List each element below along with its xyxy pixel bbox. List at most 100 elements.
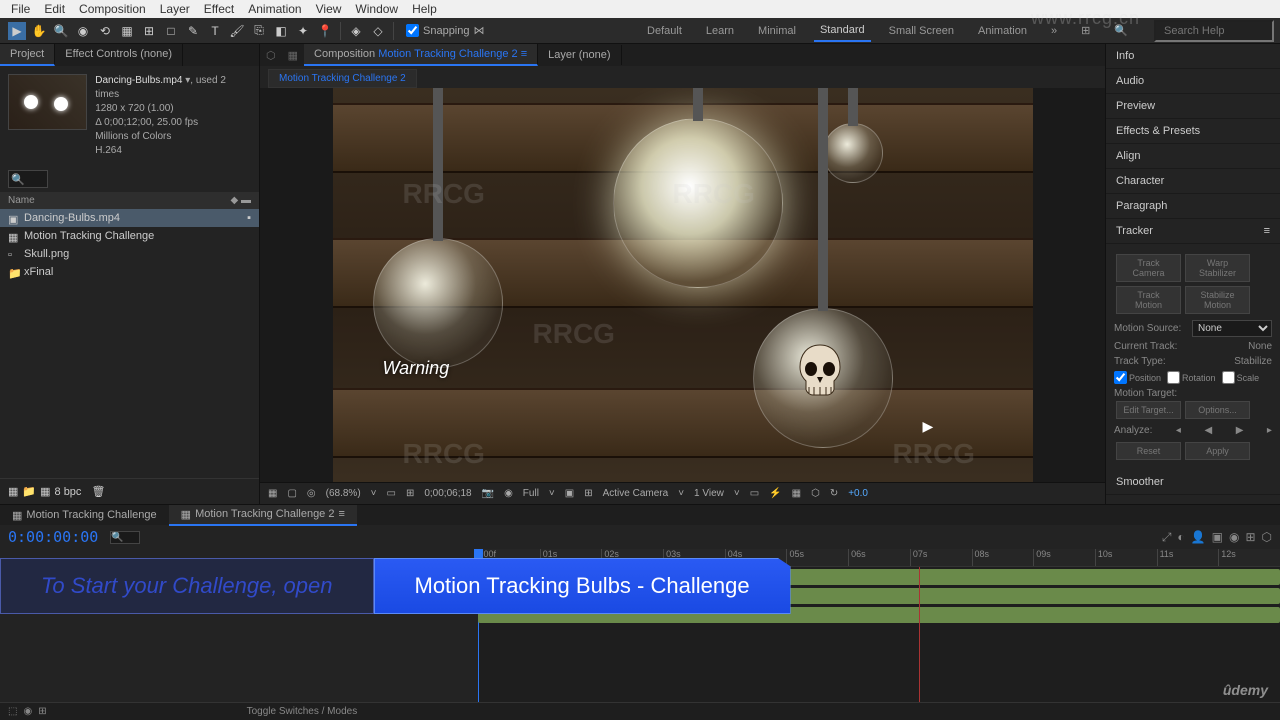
zoom-tool-icon[interactable]: 🔍 [52,22,70,40]
analyze-fwd-icon[interactable]: ▸ [1267,425,1272,436]
viewer-lock-icon[interactable]: ⬡ [260,49,282,62]
current-timecode[interactable]: 0:00:00:00 [8,528,98,546]
expand-icon[interactable]: ⬚ [8,706,17,717]
toggle-switches[interactable]: Toggle Switches / Modes [247,706,358,717]
menu-help[interactable]: Help [405,2,444,16]
asset-item[interactable]: ▫Skull.png [0,245,259,263]
roi-icon[interactable]: ▣ [565,488,574,499]
character-panel-header[interactable]: Character [1106,169,1280,194]
composition-tab[interactable]: Composition Motion Tracking Challenge 2 … [304,44,538,66]
draft-3d-icon[interactable]: ◐ [1177,530,1184,545]
workspace-standard[interactable]: Standard [814,20,871,42]
camera-tool-icon[interactable]: ▦ [118,22,136,40]
brainstorm-icon[interactable]: ⬡ [1262,530,1272,545]
flowchart-tab[interactable]: Motion Tracking Challenge 2 [268,69,417,88]
workspace-animation[interactable]: Animation [972,21,1033,41]
clone-tool-icon[interactable]: ⎘ [250,22,268,40]
audio-panel-header[interactable]: Audio [1106,69,1280,94]
viewer-nav-icon[interactable]: ▦ [282,49,304,62]
timeline-search[interactable] [110,531,140,544]
shape-tool-icon[interactable]: □ [162,22,180,40]
track-motion-button[interactable]: Track Motion [1116,286,1181,314]
render-icon[interactable]: ◉ [23,706,32,717]
channel-icon[interactable]: ◉ [504,488,513,499]
guides-toggle-icon[interactable]: ◎ [307,488,316,499]
composition-view[interactable]: Warning ▶ RRCG RRCG RRCG RRCG RRCG [260,88,1105,482]
comp-flowchart-icon[interactable]: ⬡ [811,488,820,499]
eraser-tool-icon[interactable]: ◧ [272,22,290,40]
exposure-value[interactable]: +0.0 [848,488,868,499]
analyze-step-fwd-icon[interactable]: ▶ [1236,425,1244,436]
workspace-minimal[interactable]: Minimal [752,21,802,41]
menu-view[interactable]: View [309,2,349,16]
trash-icon[interactable]: 🗑 [91,485,105,498]
workspace-learn[interactable]: Learn [700,21,740,41]
grid-toggle-icon[interactable]: ▢ [287,488,296,499]
motion-blur-icon[interactable]: ◉ [1229,530,1239,545]
menu-composition[interactable]: Composition [72,2,153,16]
project-tab[interactable]: Project [0,44,55,66]
bpc-toggle[interactable]: 8 bpc [55,486,82,498]
align-panel-header[interactable]: Align [1106,144,1280,169]
track-camera-button[interactable]: Track Camera [1116,254,1181,282]
smoother-panel-header[interactable]: Smoother [1106,470,1280,495]
effects-presets-panel-header[interactable]: Effects & Presets [1106,119,1280,144]
transparency-icon[interactable]: ⊞ [406,488,414,499]
zoom-level[interactable]: (68.8%) [326,488,361,499]
puppet-tool-icon[interactable]: 📍 [316,22,334,40]
layer-tab[interactable]: Layer (none) [538,45,621,65]
options-button[interactable]: Options... [1185,401,1250,419]
lock-icon[interactable]: ⊞ [38,706,46,717]
snapping-toggle[interactable]: Snapping ⋈ [406,24,485,37]
timeline-tab-1[interactable]: ▦Motion Tracking Challenge [0,506,169,525]
orbit-tool-icon[interactable]: ◉ [74,22,92,40]
reset-button[interactable]: Reset [1116,442,1181,460]
timeline-icon[interactable]: ▦ [792,488,801,499]
search-help-input[interactable] [1154,20,1274,42]
frame-blend-icon[interactable]: ▣ [1212,530,1223,545]
motion-source-dropdown[interactable]: None [1192,320,1272,337]
timecode-display[interactable]: 0;00;06;18 [424,488,471,499]
stabilize-motion-button[interactable]: Stabilize Motion [1185,286,1250,314]
local-axis-icon[interactable]: ◈ [347,22,365,40]
project-search-input[interactable] [8,170,48,188]
shy-icon[interactable]: 👤 [1191,530,1206,545]
new-comp-icon[interactable]: ▦ [40,485,50,498]
panel-menu-icon[interactable]: ≡ [1264,225,1270,237]
tracker-panel-header[interactable]: Tracker≡ [1106,219,1280,244]
asset-item[interactable]: ▦Motion Tracking Challenge [0,227,259,245]
selection-tool-icon[interactable]: ▶ [8,22,26,40]
interp-icon[interactable]: ▦ [8,485,18,498]
menu-layer[interactable]: Layer [153,2,197,16]
graph-editor-icon[interactable]: ⊞ [1245,530,1255,545]
new-folder-icon[interactable]: 📁 [22,485,36,498]
workspace-small-screen[interactable]: Small Screen [883,21,960,41]
analyze-step-back-icon[interactable]: ◀ [1204,425,1212,436]
rotation-check[interactable]: Rotation [1167,371,1216,384]
analyze-back-icon[interactable]: ◂ [1176,425,1181,436]
snapshot-icon[interactable]: 📷 [482,488,494,499]
world-axis-icon[interactable]: ◇ [369,22,387,40]
preview-panel-header[interactable]: Preview [1106,94,1280,119]
workspace-default[interactable]: Default [641,21,688,41]
composition-minimap-icon[interactable]: ⤢ [1162,530,1172,545]
menu-edit[interactable]: Edit [37,2,72,16]
brush-tool-icon[interactable]: 🖌 [228,22,246,40]
mask-toggle-icon[interactable]: ▦ [268,488,277,499]
warp-stabilizer-button[interactable]: Warp Stabilizer [1185,254,1250,282]
asset-item[interactable]: 📁xFinal [0,263,259,281]
effect-controls-tab[interactable]: Effect Controls (none) [55,44,183,66]
camera-dropdown[interactable]: Active Camera [603,488,669,499]
paragraph-panel-header[interactable]: Paragraph [1106,194,1280,219]
pan-behind-tool-icon[interactable]: ⊞ [140,22,158,40]
pixel-aspect-icon[interactable]: ▭ [750,488,759,499]
name-column[interactable]: Name [8,195,35,206]
text-tool-icon[interactable]: T [206,22,224,40]
views-dropdown[interactable]: 1 View [694,488,724,499]
scale-check[interactable]: Scale [1222,371,1260,384]
apply-button[interactable]: Apply [1185,442,1250,460]
menu-effect[interactable]: Effect [197,2,241,16]
edit-target-button[interactable]: Edit Target... [1116,401,1181,419]
menu-animation[interactable]: Animation [241,2,308,16]
resolution-icon[interactable]: ▭ [387,488,396,499]
